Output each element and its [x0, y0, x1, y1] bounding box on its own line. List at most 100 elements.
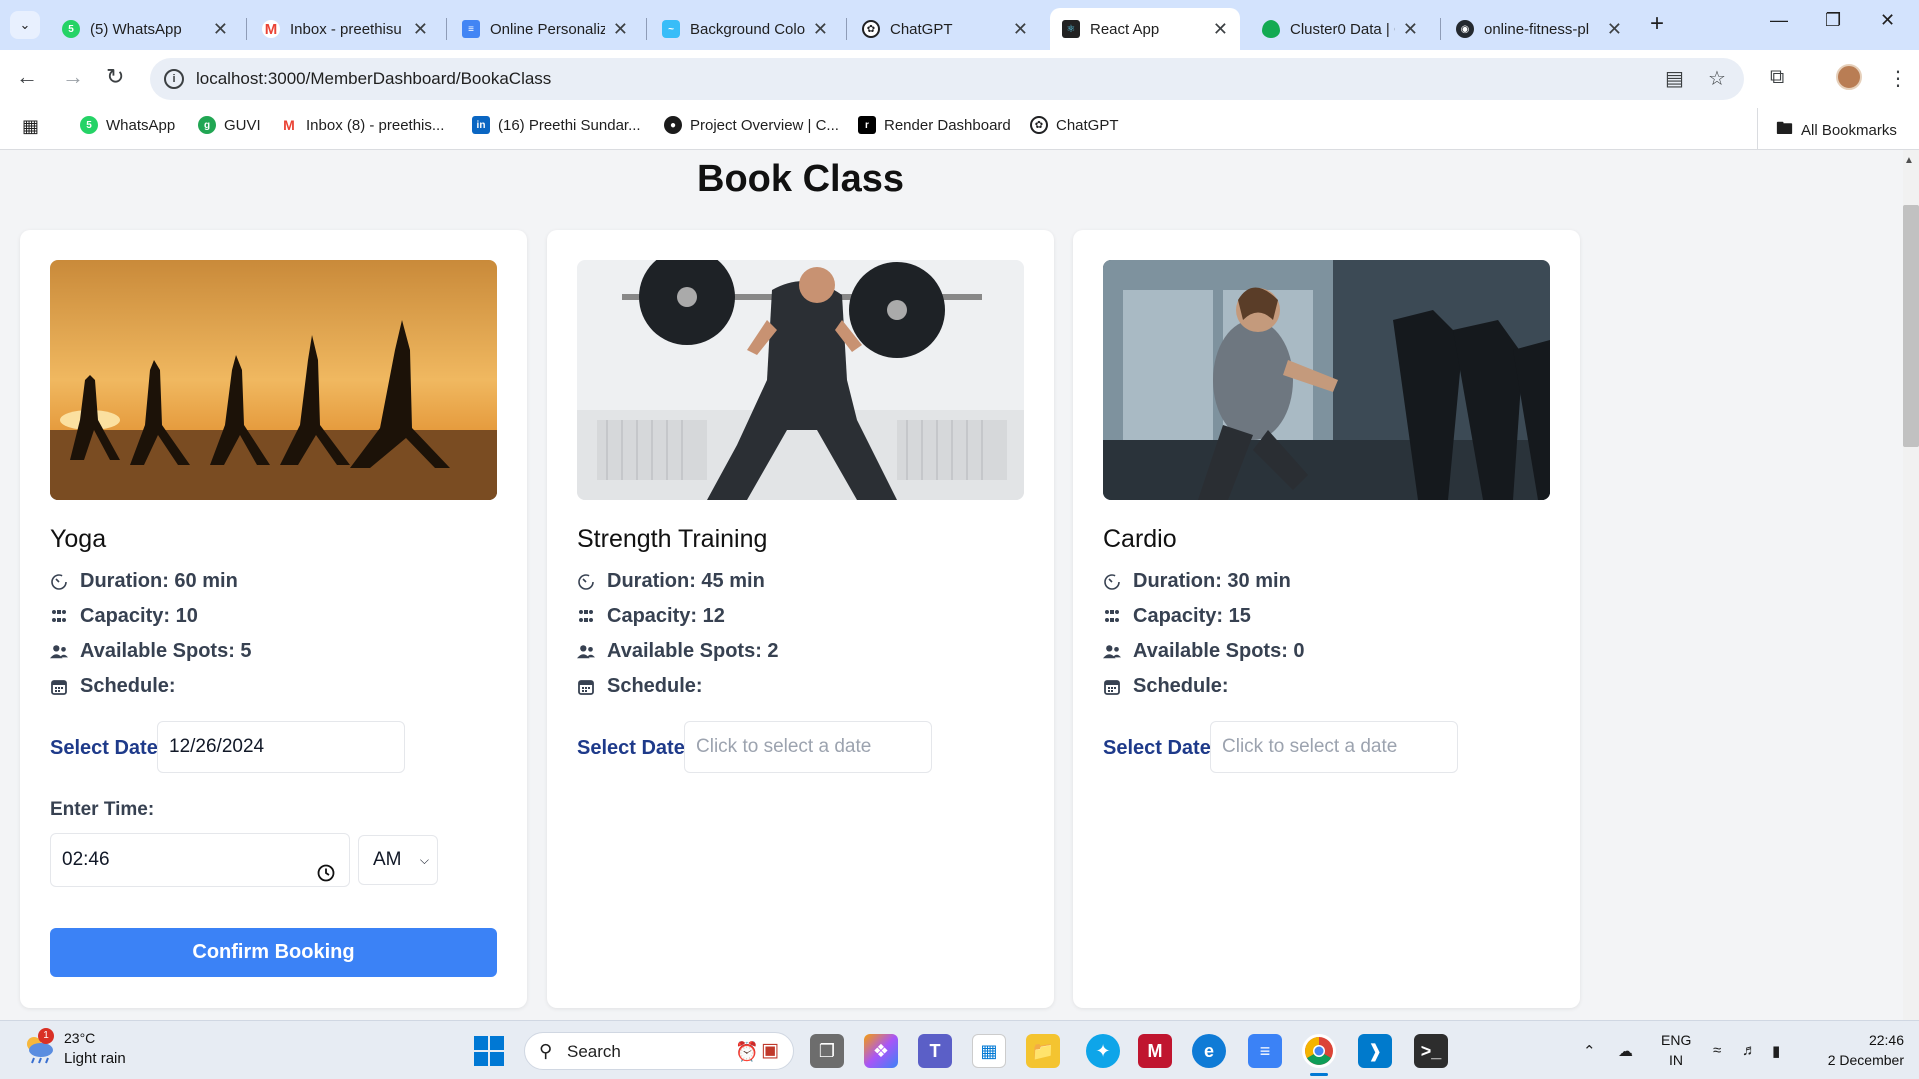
extensions-icon[interactable]: ⧉	[1770, 66, 1784, 89]
github-icon: ◉	[1456, 20, 1474, 38]
docs-icon: ≡	[462, 20, 480, 38]
terminal-icon[interactable]: >_	[1414, 1034, 1448, 1068]
task-view-icon[interactable]: ❐	[810, 1034, 844, 1068]
bookmark-linkedin[interactable]: in (16) Preethi Sundar...	[472, 116, 641, 134]
class-card-yoga: Yoga Duration: 60 min Capacity: 10 Avail…	[20, 230, 527, 1008]
taskbar-date[interactable]: 2 December	[1812, 1052, 1904, 1068]
close-tab-icon[interactable]: ✕	[1013, 19, 1028, 40]
select-date-label: Select Date:	[1103, 737, 1218, 759]
chrome-icon[interactable]	[1302, 1034, 1336, 1068]
users-grid-icon	[50, 608, 68, 626]
tab-divider	[646, 18, 647, 40]
minimize-icon[interactable]: —	[1770, 10, 1788, 31]
tab-chatgpt[interactable]: ✿ ChatGPT ✕	[850, 8, 1040, 50]
apps-grid-icon[interactable]: ▦	[22, 116, 39, 137]
bookmark-inbox[interactable]: M Inbox (8) - preethis...	[280, 116, 444, 134]
tab-divider	[846, 18, 847, 40]
tab-search-button[interactable]: ⌄	[10, 11, 40, 39]
tab-docs[interactable]: ≡ Online Personaliz ✕	[450, 8, 640, 50]
show-hidden-icons[interactable]: ⌃	[1583, 1042, 1596, 1060]
edge-icon[interactable]: e	[1192, 1034, 1226, 1068]
react-icon: ⚛	[1062, 20, 1080, 38]
calendar-icon	[1103, 678, 1121, 696]
timer-icon	[50, 573, 68, 591]
bookmark-whatsapp[interactable]: 5 WhatsApp	[80, 116, 175, 134]
tab-whatsapp[interactable]: 5 (5) WhatsApp ✕	[50, 8, 240, 50]
bookmark-chatgpt[interactable]: ✿ ChatGPT	[1030, 116, 1119, 134]
search-icon: ⚲	[539, 1041, 553, 1061]
mcafee-icon[interactable]: M	[1138, 1034, 1172, 1068]
start-button[interactable]	[474, 1036, 504, 1066]
page-title: Book Class	[697, 158, 904, 200]
users-icon	[50, 643, 68, 661]
tab-mongodb[interactable]: Cluster0 Data | C ✕	[1250, 8, 1430, 50]
date-input[interactable]: Click to select a date	[684, 721, 932, 773]
duration-row: Duration: 30 min	[1103, 570, 1291, 593]
close-tab-icon[interactable]: ✕	[1607, 19, 1622, 40]
close-tab-icon[interactable]: ✕	[413, 19, 428, 40]
notepad-icon[interactable]: ≡	[1248, 1034, 1282, 1068]
spots-row: Available Spots: 5	[50, 640, 252, 663]
wifi-icon[interactable]: ≈	[1713, 1042, 1721, 1059]
date-input[interactable]: 12/26/2024	[157, 721, 405, 773]
close-tab-icon[interactable]: ✕	[813, 19, 828, 40]
volume-icon[interactable]: ♬	[1742, 1042, 1757, 1059]
tab-gmail[interactable]: M Inbox - preethisu ✕	[250, 8, 440, 50]
timer-icon	[577, 573, 595, 591]
taskbar-time[interactable]: 22:46	[1840, 1032, 1904, 1048]
close-window-icon[interactable]: ✕	[1880, 10, 1895, 31]
mongodb-icon: ●	[664, 116, 682, 134]
close-tab-icon[interactable]: ✕	[1213, 19, 1228, 40]
time-input[interactable]: 02:46	[50, 833, 350, 887]
new-tab-icon[interactable]: +	[1650, 10, 1664, 38]
vscode-icon[interactable]: ❱	[1358, 1034, 1392, 1068]
spots-row: Available Spots: 2	[577, 640, 779, 663]
scrollbar-thumb[interactable]	[1903, 205, 1919, 447]
tab-react-app[interactable]: ⚛ React App ✕	[1050, 8, 1240, 50]
forward-icon[interactable]: →	[62, 64, 84, 90]
chatgpt-icon: ✿	[862, 20, 880, 38]
close-tab-icon[interactable]: ✕	[1403, 19, 1418, 40]
schedule-row: Schedule:	[577, 675, 703, 698]
install-app-icon[interactable]: ▤	[1665, 66, 1684, 91]
schedule-row: Schedule:	[50, 675, 176, 698]
clock-icon[interactable]	[317, 851, 335, 882]
date-input[interactable]: Click to select a date	[1210, 721, 1458, 773]
users-icon	[577, 643, 595, 661]
close-tab-icon[interactable]: ✕	[213, 19, 228, 40]
region-indicator[interactable]: IN	[1669, 1052, 1683, 1068]
bookmark-project-overview[interactable]: ● Project Overview | C...	[664, 116, 839, 134]
taskbar-search[interactable]: ⚲ Search ⏰ ▣	[524, 1032, 794, 1070]
bookmark-guvi[interactable]: g GUVI	[198, 116, 261, 134]
copilot-icon[interactable]: ❖	[864, 1034, 898, 1068]
restore-icon[interactable]: ❐	[1825, 10, 1841, 31]
bookmark-render[interactable]: r Render Dashboard	[858, 116, 1011, 134]
close-tab-icon[interactable]: ✕	[613, 19, 628, 40]
tab-github[interactable]: ◉ online-fitness-pl ✕	[1444, 8, 1634, 50]
yoga-image	[50, 260, 497, 500]
battery-icon[interactable]: ▮	[1772, 1042, 1780, 1060]
tab-tailwind[interactable]: ~ Background Colo ✕	[650, 8, 840, 50]
store-icon[interactable]: ▦	[972, 1034, 1006, 1068]
address-bar[interactable]: i localhost:3000/MemberDashboard/BookaCl…	[150, 58, 1744, 100]
language-indicator[interactable]: ENG	[1661, 1032, 1691, 1048]
url-text[interactable]: localhost:3000/MemberDashboard/BookaClas…	[196, 69, 551, 89]
weather-condition[interactable]: Light rain	[64, 1050, 126, 1067]
class-name: Yoga	[50, 525, 107, 553]
site-info-icon[interactable]: i	[164, 69, 184, 89]
guvi-icon: g	[198, 116, 216, 134]
ampm-select[interactable]: AM ⌵	[358, 835, 438, 885]
onedrive-icon[interactable]: ☁	[1618, 1042, 1633, 1060]
reload-icon[interactable]: ↻	[106, 64, 124, 90]
back-icon[interactable]: ←	[16, 64, 38, 90]
browser-menu-icon[interactable]: ⋮	[1888, 66, 1908, 91]
scroll-up-icon[interactable]: ▲	[1904, 155, 1914, 166]
file-explorer-icon[interactable]: 📁	[1026, 1034, 1060, 1068]
all-bookmarks[interactable]: 🖿 All Bookmarks	[1776, 116, 1897, 145]
confirm-booking-button[interactable]: Confirm Booking	[50, 928, 497, 977]
teams-icon[interactable]: T	[918, 1034, 952, 1068]
weather-temperature[interactable]: 23°C	[64, 1030, 95, 1046]
profile-avatar[interactable]	[1836, 64, 1862, 90]
copilot-app-icon[interactable]: ✦	[1086, 1034, 1120, 1068]
bookmark-star-icon[interactable]: ☆	[1708, 66, 1726, 91]
